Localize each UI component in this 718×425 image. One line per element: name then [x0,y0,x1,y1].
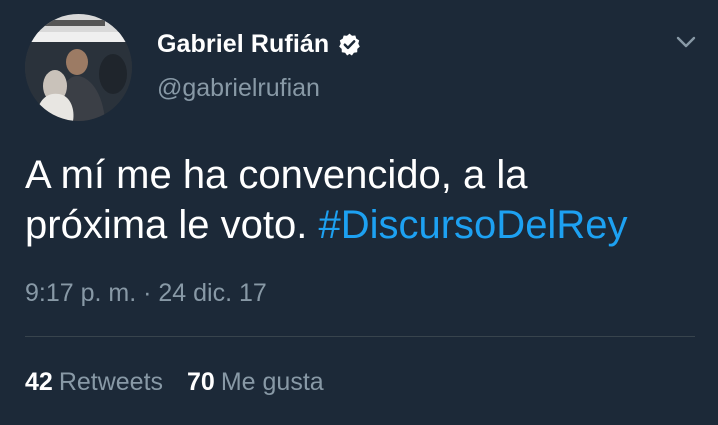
likes-stat[interactable]: 70 Me gusta [187,368,324,397]
likes-count: 70 [187,368,215,396]
tweet-timestamp[interactable]: 9:17 p. m. · 24 dic. 17 [25,279,267,308]
avatar-photo-icon [25,14,132,121]
hashtag-link[interactable]: #DiscursoDelRey [318,203,627,247]
retweets-label: Retweets [58,368,164,396]
tweet-card: Gabriel Rufián @gabrielrufian A mí me ha… [0,0,718,425]
retweets-stat[interactable]: 42 Retweets [25,368,163,397]
avatar[interactable] [25,14,132,121]
tweet-text: A mí me ha convencido, a la próxima le v… [25,150,695,250]
chevron-down-icon[interactable] [674,30,698,54]
author-handle[interactable]: @gabrielrufian [157,74,320,103]
likes-label: Me gusta [220,368,324,396]
tweet-stats: 42 Retweets 70 Me gusta [25,368,348,397]
divider [25,336,695,337]
author-display-name[interactable]: Gabriel Rufián [157,30,329,59]
verified-badge-icon [339,33,361,56]
author-name-row[interactable]: Gabriel Rufián [157,30,362,59]
retweets-count: 42 [25,368,53,396]
